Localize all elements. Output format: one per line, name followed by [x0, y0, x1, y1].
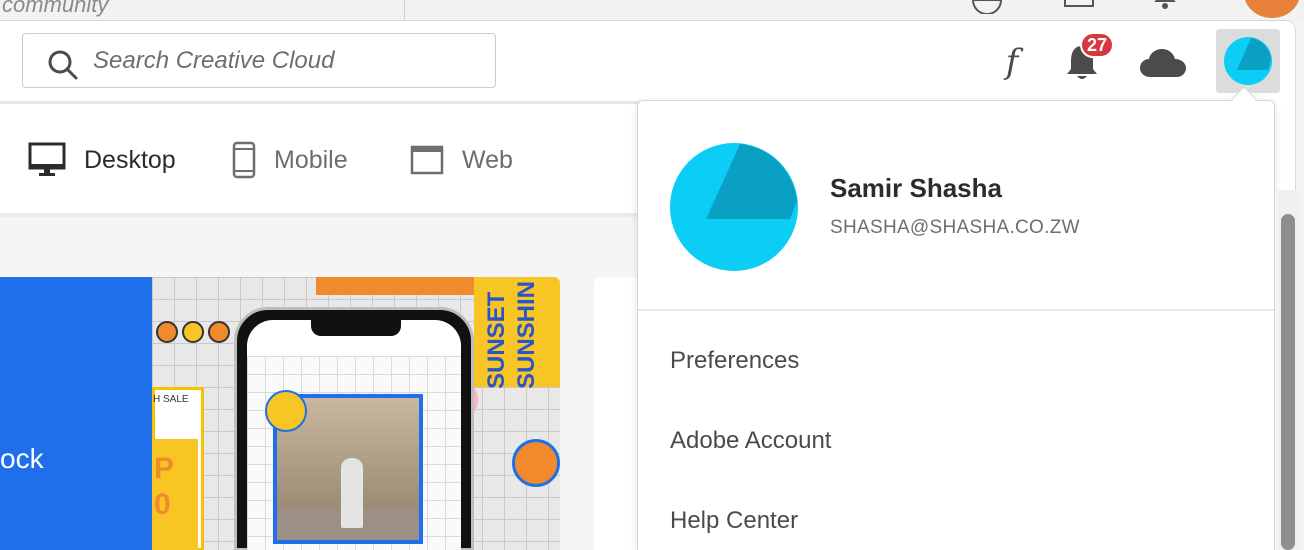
tab-label: Web: [462, 145, 513, 174]
profile-menu: Samir Shasha SHASHA@SHASHA.CO.ZW Prefere…: [637, 100, 1275, 550]
sale-card-accent: P 0: [152, 439, 198, 550]
sale-digits: P 0: [154, 452, 175, 521]
menu-item-preferences[interactable]: Preferences: [670, 347, 799, 375]
top-bar: f 27: [0, 21, 1295, 103]
decorative-strip: SUNSET SUNSHIN: [474, 277, 560, 390]
profile-email: SHASHA@SHASHA.CO.ZW: [830, 217, 1080, 238]
menu-item-adobe-account[interactable]: Adobe Account: [670, 427, 831, 455]
promo-banner[interactable]: ock SUNSET SUNSHIN H SALE P 0: [0, 277, 560, 550]
background-window-strip: community: [0, 0, 1304, 22]
desktop-icon: [28, 142, 66, 176]
decorative-strip: [316, 277, 476, 295]
search-box[interactable]: [22, 33, 496, 88]
mail-icon: [1064, 0, 1094, 7]
profile-name: Samir Shasha: [830, 173, 1002, 203]
main-content: ock SUNSET SUNSHIN H SALE P 0: [0, 217, 640, 550]
banner-vertical-text: SUNSET SUNSHIN: [483, 281, 540, 390]
decorative-dot: [156, 321, 178, 343]
tab-desktop[interactable]: Desktop: [28, 105, 176, 215]
sale-text: H SALE: [153, 394, 189, 405]
fonts-icon[interactable]: f: [994, 39, 1030, 85]
decorative-dot: [182, 321, 204, 343]
phone-notch: [311, 320, 401, 336]
tab-label: Desktop: [84, 145, 176, 174]
divider: [0, 101, 640, 104]
notification-badge: 27: [1080, 32, 1115, 58]
cloud-icon: [1140, 49, 1186, 77]
divider: [638, 309, 1274, 311]
tab-mobile[interactable]: Mobile: [232, 105, 348, 215]
banner-panel: ock: [0, 277, 152, 550]
tab-web[interactable]: Web: [410, 105, 513, 215]
profile-avatar: [670, 143, 798, 271]
search-input[interactable]: [93, 42, 483, 80]
background-avatar: [1244, 0, 1300, 18]
tab-label: Mobile: [274, 145, 348, 174]
cloud-button[interactable]: [1138, 43, 1188, 83]
community-text: community: [2, 0, 109, 17]
globe-icon: [972, 0, 1002, 14]
decorative-circle: [512, 439, 560, 487]
search-icon: [48, 50, 78, 80]
platform-tabs: Desktop Mobile Web: [0, 105, 640, 217]
person: [341, 458, 363, 528]
account-avatar-button[interactable]: [1216, 29, 1280, 93]
menu-item-help-center[interactable]: Help Center: [670, 507, 798, 535]
web-icon: [410, 145, 444, 175]
content-card[interactable]: [594, 277, 640, 550]
phone-screen: [247, 320, 461, 550]
bell-icon: [1154, 0, 1176, 9]
banner-label: ock: [0, 443, 44, 474]
divider: [404, 0, 405, 22]
mobile-icon: [232, 141, 256, 179]
avatar: [1224, 37, 1272, 85]
phone-mockup: [234, 307, 474, 550]
scrollbar-thumb[interactable]: [1281, 214, 1295, 550]
decorative-dot: [208, 321, 230, 343]
decorative-circle: [265, 390, 307, 432]
